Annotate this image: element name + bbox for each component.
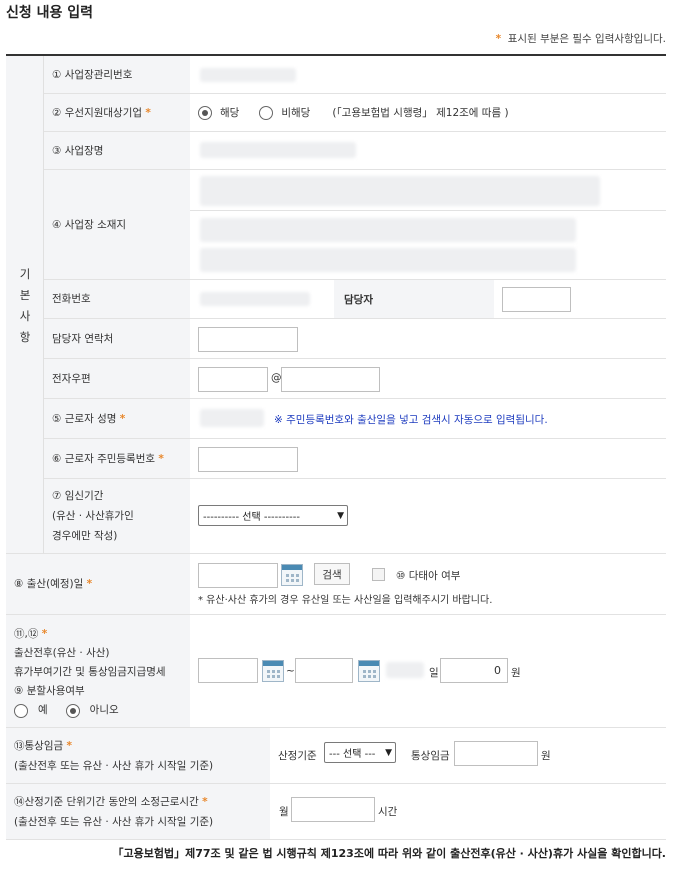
priority-support-label: ② 우선지원대상기업 * <box>44 94 190 131</box>
workplace-name-value <box>200 142 356 158</box>
workplace-id-value <box>200 68 296 82</box>
email-at-sign: @ <box>271 372 282 384</box>
row-worker-name: ⑤ 근로자 성명 * ※ 주민등록번호와 출산일을 넣고 검색시 자동으로 입력… <box>44 399 666 439</box>
leave-period-label: ⑪,⑫ * 출산전후(유산 · 사산) 휴가부여기간 및 통상임금지급명세 ⑨ … <box>6 615 190 727</box>
row-pregnancy-period: ⑦ 임신기간 (유산 · 사산휴가인 경우에만 작성) ---------- 선택 … <box>44 479 666 554</box>
row-leave-period: ⑪,⑫ * 출산전후(유산 · 사산) 휴가부여기간 및 통상임금지급명세 ⑨ … <box>6 615 666 728</box>
application-form-page: 신청 내용 입력 * 표시된 부분은 필수 입력사항입니다. 기본사항 ① 사업… <box>0 0 684 869</box>
priority-yes-label: 해당 <box>220 107 240 119</box>
priority-support-options: 해당 비해당 (「고용보험법 시행령」 제12조에 따름 ) <box>198 94 509 131</box>
calendar-icon[interactable] <box>281 564 303 586</box>
chevron-down-icon: ▼ <box>385 747 392 758</box>
multiple-birth-checkbox[interactable] <box>372 568 385 581</box>
worker-rrn-input[interactable] <box>198 447 298 472</box>
split-use-yes-label: 예 <box>38 704 48 716</box>
delivery-date-input[interactable] <box>198 563 278 588</box>
email-label: 전자우편 <box>44 359 190 398</box>
manager-contact-input[interactable] <box>198 327 298 352</box>
chevron-down-icon: ▼ <box>337 510 344 521</box>
day-unit: 일 <box>429 667 439 679</box>
leave-days-value <box>386 662 424 678</box>
priority-yes-radio[interactable] <box>198 105 212 120</box>
worker-name-label: ⑤ 근로자 성명 * <box>44 399 190 438</box>
manager-input[interactable] <box>502 287 571 312</box>
month-label: 월 <box>279 806 289 818</box>
leave-start-input[interactable] <box>198 658 258 683</box>
wage-amount-input[interactable]: 0 <box>440 658 508 683</box>
calc-basis-label: 산정기준 <box>278 750 317 762</box>
address-divider <box>190 210 666 211</box>
won-unit: 원 <box>511 667 521 679</box>
worker-name-note: ※ 주민등록번호와 출산일을 넣고 검색시 자동으로 입력됩니다. <box>274 414 548 426</box>
row-workplace-address: ④ 사업장 소재지 <box>44 170 666 280</box>
workplace-id-label: ① 사업장관리번호 <box>44 56 190 93</box>
won-unit: 원 <box>541 750 551 762</box>
ordinary-wage-label: ⑬통상임금 * (출산전후 또는 유산 · 사산 휴가 시작일 기준) <box>6 728 270 783</box>
email-domain-input[interactable] <box>281 367 380 392</box>
basic-info-group: 기본사항 <box>6 56 44 554</box>
row-working-hours: ⑭산정기준 단위기간 동안의 소정근로시간 * (출산전후 또는 유산 · 사산… <box>6 784 666 840</box>
row-phone: 전화번호 담당자 <box>44 280 666 319</box>
group-label: 기본사항 <box>19 267 31 344</box>
hours-unit: 시간 <box>378 806 398 818</box>
address-line-2 <box>200 218 576 242</box>
row-ordinary-wage: ⑬통상임금 * (출산전후 또는 유산 · 사산 휴가 시작일 기준) 산정기준… <box>6 728 666 784</box>
search-button[interactable]: 검색 <box>314 563 350 585</box>
row-delivery-date: ⑧ 출산(예정)일 * 검색 ⑩ 다태아 여부 * 유산·사산 휴가의 경우 유… <box>6 554 666 615</box>
workplace-name-label: ③ 사업장명 <box>44 132 190 169</box>
row-email: 전자우편 @ <box>44 359 666 399</box>
phone-label: 전화번호 <box>44 280 190 318</box>
workplace-address-label: ④ 사업장 소재지 <box>44 170 190 279</box>
working-hours-input[interactable] <box>291 797 375 822</box>
row-workplace-id: ① 사업장관리번호 <box>44 56 666 94</box>
range-tilde: ~ <box>286 665 295 677</box>
split-use-no-radio[interactable] <box>65 703 80 718</box>
priority-no-label: 비해당 <box>281 107 311 119</box>
calc-basis-select[interactable]: --- 선택 --- ▼ <box>324 742 396 763</box>
email-id-input[interactable] <box>198 367 268 392</box>
split-use-no-label: 아니오 <box>89 704 119 716</box>
manager-contact-label: 담당자 연락처 <box>44 319 190 358</box>
worker-rrn-label: ⑥ 근로자 주민등록번호 * <box>44 439 190 478</box>
working-hours-label: ⑭산정기준 단위기간 동안의 소정근로시간 * (출산전후 또는 유산 · 사산… <box>6 784 270 839</box>
page-title: 신청 내용 입력 <box>6 5 94 21</box>
split-use-yes-radio[interactable] <box>14 703 28 718</box>
row-manager-contact: 담당자 연락처 <box>44 319 666 359</box>
required-note: * 표시된 부분은 필수 입력사항입니다. <box>495 33 666 45</box>
confirmation-statement: 「고용보험법」제77조 및 같은 법 시행규칙 제123조에 따라 위와 같이 … <box>112 847 666 860</box>
delivery-date-label: ⑧ 출산(예정)일 * <box>6 554 190 614</box>
priority-no-radio[interactable] <box>259 105 274 120</box>
manager-label: 담당자 <box>334 280 494 318</box>
multiple-birth-label: ⑩ 다태아 여부 <box>396 570 461 582</box>
address-line-3 <box>200 248 576 272</box>
calendar-icon[interactable] <box>262 660 284 682</box>
row-workplace-name: ③ 사업장명 <box>44 132 666 170</box>
row-priority-support: ② 우선지원대상기업 * 해당 비해당 (「고용보험법 시행령」 제12조에 따… <box>44 94 666 132</box>
address-line-1 <box>200 176 600 206</box>
delivery-date-note: * 유산·사산 휴가의 경우 유산일 또는 사산일을 입력해주시기 바랍니다. <box>198 595 493 606</box>
ordinary-wage-input[interactable] <box>454 741 538 766</box>
row-worker-rrn: ⑥ 근로자 주민등록번호 * <box>44 439 666 479</box>
priority-note: (「고용보험법 시행령」 제12조에 따름 ) <box>332 107 509 119</box>
pregnancy-period-select[interactable]: ---------- 선택 ---------- ▼ <box>198 505 348 526</box>
leave-end-input[interactable] <box>295 658 353 683</box>
calendar-icon[interactable] <box>358 660 380 682</box>
pregnancy-period-label: ⑦ 임신기간 (유산 · 사산휴가인 경우에만 작성) <box>44 479 190 553</box>
ordinary-wage-field-label: 통상임금 <box>411 750 450 762</box>
phone-value <box>200 292 310 306</box>
worker-name-value <box>200 409 264 427</box>
